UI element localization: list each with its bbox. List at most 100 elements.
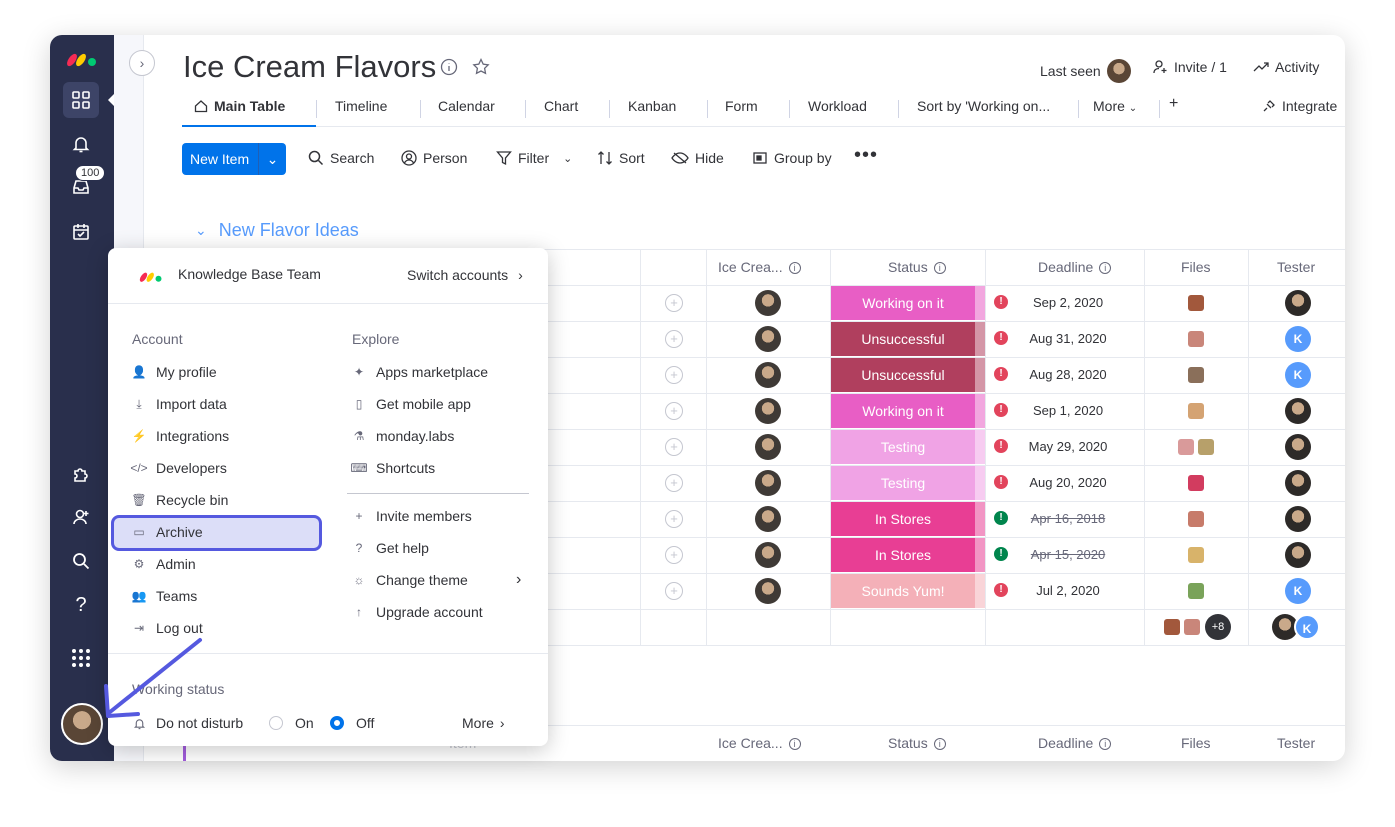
deadline-cell[interactable]: Aug 28, 2020 xyxy=(1018,367,1118,382)
deadline-cell[interactable]: Apr 15, 2020 xyxy=(1018,547,1118,562)
add-view-plus-icon[interactable]: + xyxy=(1169,95,1178,113)
filter-button[interactable]: Filter ⌄ xyxy=(496,150,572,166)
column-header[interactable]: Ice Crea... i xyxy=(718,735,801,751)
tester-avatar[interactable]: K xyxy=(1285,578,1311,604)
tab-more-dropdown[interactable]: More ⌄ xyxy=(1093,98,1137,114)
menu-item-developers[interactable]: </> Developers xyxy=(130,460,227,476)
column-header[interactable]: Tester xyxy=(1277,735,1315,751)
apps-grid-dots-icon[interactable] xyxy=(63,640,99,676)
dnd-on-radio[interactable]: On xyxy=(269,715,314,731)
column-header[interactable]: Status i xyxy=(888,259,946,275)
menu-item-apps-marketplace[interactable]: ✦ Apps marketplace xyxy=(352,364,488,380)
tab-timeline[interactable]: Timeline xyxy=(335,98,387,114)
files-more-badge[interactable]: +8 xyxy=(1205,614,1231,640)
menu-item-upgrade-account[interactable]: ↑ Upgrade account xyxy=(352,604,483,620)
workspace-grid-icon[interactable] xyxy=(63,82,99,118)
more-options-icon[interactable]: ••• xyxy=(854,144,878,167)
menu-item-log-out[interactable]: ⇥ Log out xyxy=(132,620,203,636)
group-header[interactable]: ⌄ New Flavor Ideas xyxy=(195,220,359,241)
column-header[interactable]: Deadline i xyxy=(1038,259,1112,275)
tab-sort-by-working-on[interactable]: Sort by 'Working on... xyxy=(917,98,1050,114)
help-question-icon[interactable]: ? xyxy=(63,587,99,623)
add-update-icon[interactable]: + xyxy=(665,330,683,348)
tab-calendar[interactable]: Calendar xyxy=(438,98,495,114)
status-cell[interactable]: Testing xyxy=(831,430,975,464)
file-thumbnail[interactable] xyxy=(1178,439,1194,455)
tester-avatar[interactable] xyxy=(1285,398,1311,424)
file-thumbnail[interactable] xyxy=(1188,367,1204,383)
tester-avatar[interactable] xyxy=(1285,470,1311,496)
status-cell[interactable]: Sounds Yum! xyxy=(831,574,975,608)
menu-item-archive[interactable]: ▭ Archive xyxy=(132,524,202,540)
file-thumbnail[interactable] xyxy=(1188,295,1204,311)
group-collapse-chevron-icon[interactable]: ⌄ xyxy=(195,222,207,239)
tester-summary-avatar[interactable]: K xyxy=(1294,614,1320,640)
info-icon[interactable]: i xyxy=(1099,262,1112,275)
menu-item-shortcuts[interactable]: ⌨ Shortcuts xyxy=(350,460,435,476)
file-thumbnail[interactable] xyxy=(1188,547,1204,563)
owner-avatar[interactable] xyxy=(755,434,781,460)
working-status-more-button[interactable]: More › xyxy=(462,715,505,731)
file-thumbnail[interactable] xyxy=(1188,511,1204,527)
switch-accounts-button[interactable]: Switch accounts › xyxy=(407,267,523,283)
deadline-cell[interactable]: Jul 2, 2020 xyxy=(1018,583,1118,598)
menu-item-teams[interactable]: 👥 Teams xyxy=(132,588,198,604)
radio-off-selected-icon[interactable] xyxy=(330,716,344,730)
file-thumbnail[interactable] xyxy=(1188,331,1204,347)
info-icon[interactable]: i xyxy=(1099,738,1112,751)
add-update-icon[interactable]: + xyxy=(665,402,683,420)
menu-item-change-theme[interactable]: ☼ Change theme xyxy=(352,572,468,588)
change-theme-chevron-icon[interactable]: › xyxy=(516,571,521,589)
file-thumbnail[interactable] xyxy=(1164,619,1180,635)
owner-avatar[interactable] xyxy=(755,326,781,352)
tester-avatar[interactable] xyxy=(1285,506,1311,532)
tester-avatar[interactable]: K xyxy=(1285,362,1311,388)
owner-avatar[interactable] xyxy=(755,578,781,604)
owner-avatar[interactable] xyxy=(755,362,781,388)
new-item-button[interactable]: New Item ⌄ xyxy=(182,143,286,175)
info-icon[interactable]: i xyxy=(933,262,946,275)
info-icon[interactable]: i xyxy=(788,738,801,751)
sort-button[interactable]: Sort xyxy=(597,150,645,166)
column-header[interactable]: Status i xyxy=(888,735,946,751)
search-button[interactable]: Search xyxy=(308,150,374,166)
info-icon[interactable] xyxy=(440,58,458,76)
person-filter-button[interactable]: Person xyxy=(401,150,467,166)
menu-item-invite-members[interactable]: + Invite members xyxy=(352,508,471,524)
file-thumbnail[interactable] xyxy=(1188,475,1204,491)
deadline-cell[interactable]: Apr 16, 2018 xyxy=(1018,511,1118,526)
column-header[interactable]: Files xyxy=(1181,259,1211,275)
owner-avatar[interactable] xyxy=(755,290,781,316)
info-icon[interactable]: i xyxy=(788,262,801,275)
menu-item-admin[interactable]: ⚙ Admin xyxy=(132,556,196,572)
add-update-icon[interactable]: + xyxy=(665,438,683,456)
tester-avatar[interactable]: K xyxy=(1285,326,1311,352)
group-title[interactable]: New Flavor Ideas xyxy=(219,220,359,241)
column-header[interactable]: Ice Crea... i xyxy=(718,259,801,275)
status-cell[interactable]: Testing xyxy=(831,466,975,500)
column-header[interactable]: Deadline i xyxy=(1038,735,1112,751)
menu-item-get-mobile-app[interactable]: ▯ Get mobile app xyxy=(352,396,471,412)
menu-item-import-data[interactable]: ⤓ Import data xyxy=(132,396,226,412)
file-thumbnail[interactable] xyxy=(1188,583,1204,599)
apps-puzzle-icon[interactable] xyxy=(63,456,99,492)
hide-button[interactable]: Hide xyxy=(671,150,724,166)
dnd-off-radio[interactable]: Off xyxy=(330,715,374,731)
status-cell[interactable]: Working on it xyxy=(831,394,975,428)
deadline-cell[interactable]: Sep 1, 2020 xyxy=(1018,403,1118,418)
tester-avatar[interactable] xyxy=(1285,290,1311,316)
owner-avatar[interactable] xyxy=(755,506,781,532)
file-thumbnail[interactable] xyxy=(1198,439,1214,455)
file-thumbnail[interactable] xyxy=(1184,619,1200,635)
add-update-icon[interactable]: + xyxy=(665,366,683,384)
file-thumbnail[interactable] xyxy=(1188,403,1204,419)
menu-item-recycle-bin[interactable]: 🗑 Recycle bin xyxy=(131,492,228,508)
expand-panel-chevron-icon[interactable]: › xyxy=(129,50,155,76)
column-header[interactable]: Files xyxy=(1181,735,1211,751)
status-cell[interactable]: Working on it xyxy=(831,286,975,320)
owner-avatar[interactable] xyxy=(755,470,781,496)
menu-item-integrations[interactable]: ⚡ Integrations xyxy=(132,428,230,444)
search-icon[interactable] xyxy=(63,543,99,579)
group-by-button[interactable]: Group by xyxy=(752,150,832,166)
deadline-cell[interactable]: Sep 2, 2020 xyxy=(1018,295,1118,310)
